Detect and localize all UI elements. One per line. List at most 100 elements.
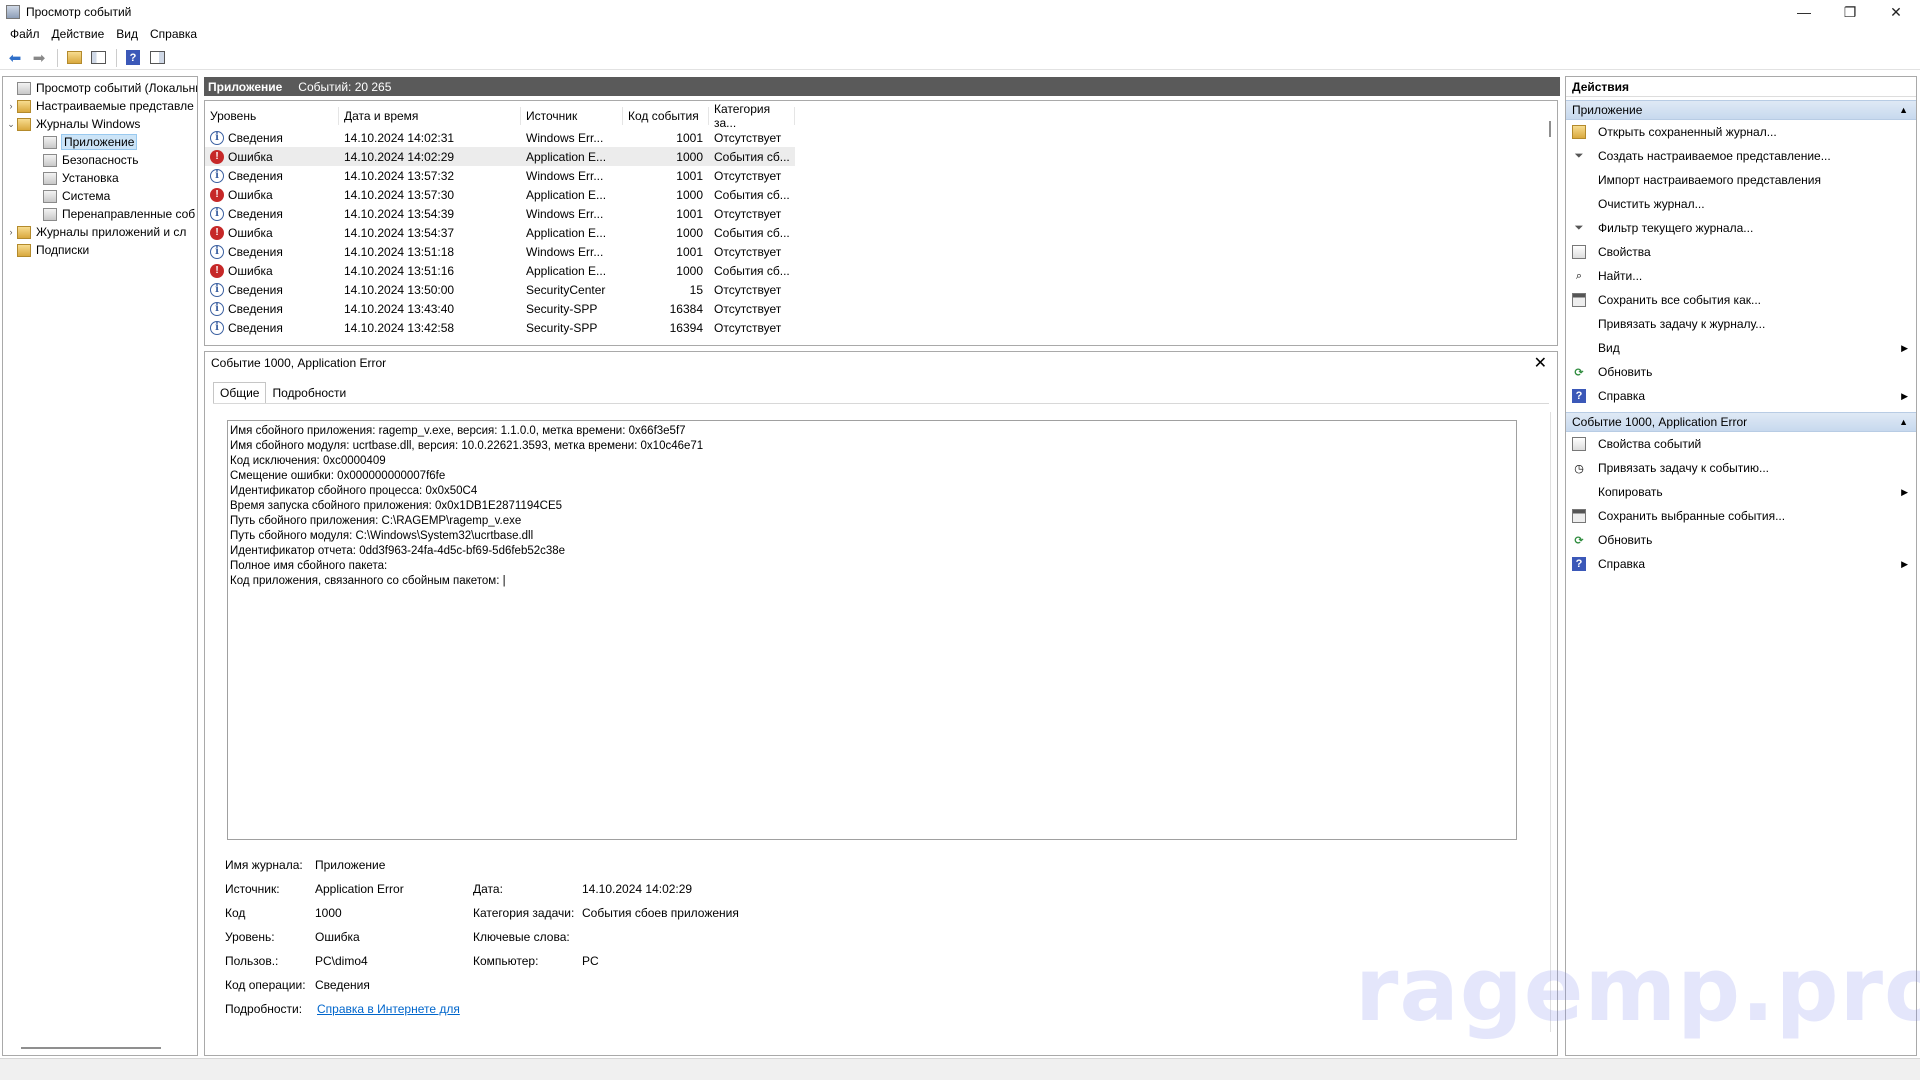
keywords-label: Ключевые слова: bbox=[473, 930, 570, 944]
tree-system-log[interactable]: Система bbox=[31, 187, 110, 205]
table-row[interactable]: i Сведения 14.10.2024 13:54:39 Windows Err.… bbox=[205, 204, 795, 223]
expand-icon[interactable]: › bbox=[5, 227, 17, 237]
cell-event-id: 1001 bbox=[676, 244, 703, 259]
close-window-button[interactable]: ✕ bbox=[1873, 0, 1919, 24]
info-icon: i bbox=[210, 168, 224, 183]
log-title: Приложение bbox=[208, 79, 283, 94]
level-text: Сведения bbox=[228, 301, 283, 316]
action-item[interactable]: Свойства bbox=[1566, 240, 1916, 264]
cell-event-id: 1001 bbox=[676, 206, 703, 221]
table-row[interactable]: ! Ошибка 14.10.2024 13:57:30 Application E.… bbox=[205, 185, 795, 204]
tree-custom-views[interactable]: › Настраиваемые представле bbox=[5, 97, 194, 115]
cell-source: Application E... bbox=[526, 149, 607, 164]
actions-section-event[interactable]: Событие 1000, Application Error ▲ bbox=[1566, 412, 1916, 432]
action-item[interactable]: Сохранить все события как... bbox=[1566, 288, 1916, 312]
menu-file[interactable]: Файл bbox=[4, 27, 46, 41]
console-tree-icon[interactable] bbox=[87, 47, 109, 69]
table-row[interactable]: ! Ошибка 14.10.2024 13:51:16 Application E.… bbox=[205, 261, 795, 280]
tree-security-log[interactable]: Безопасность bbox=[31, 151, 139, 169]
actions-section-application[interactable]: Приложение ▲ bbox=[1566, 100, 1916, 120]
event-count: Событий: 20 265 bbox=[298, 79, 392, 94]
cell-level: i Сведения bbox=[205, 244, 339, 259]
action-item[interactable]: Импорт настраиваемого представления bbox=[1566, 168, 1916, 192]
table-row[interactable]: i Сведения 14.10.2024 13:57:32 Windows Err.… bbox=[205, 166, 795, 185]
menu-help[interactable]: Справка bbox=[144, 27, 203, 41]
help-icon[interactable]: ? bbox=[122, 47, 144, 69]
action-item[interactable]: Очистить журнал... bbox=[1566, 192, 1916, 216]
forward-arrow-icon[interactable]: ➡ bbox=[28, 47, 50, 69]
blank-icon bbox=[1572, 197, 1586, 211]
action-item[interactable]: Привязать задачу к журналу... bbox=[1566, 312, 1916, 336]
tree-application-log[interactable]: Приложение bbox=[31, 133, 138, 151]
table-row[interactable]: i Сведения 14.10.2024 14:02:31 Windows Err.… bbox=[205, 128, 795, 147]
action-item[interactable]: ⟳ Обновить bbox=[1566, 528, 1916, 552]
column-datetime[interactable]: Дата и время bbox=[339, 107, 521, 125]
cell-level: ! Ошибка bbox=[205, 187, 339, 202]
online-help-link[interactable]: Справка в Интернете для bbox=[317, 1002, 460, 1016]
action-item[interactable]: Копировать ▶ bbox=[1566, 480, 1916, 504]
column-level[interactable]: Уровень bbox=[205, 107, 339, 125]
action-item[interactable]: ⏷ Создать настраиваемое представление... bbox=[1566, 144, 1916, 168]
action-item[interactable]: ⌕ Найти... bbox=[1566, 264, 1916, 288]
back-arrow-icon[interactable]: ⬅ bbox=[4, 47, 26, 69]
tree-app-service-logs[interactable]: › Журналы приложений и сл bbox=[5, 223, 187, 241]
table-row[interactable]: i Сведения 14.10.2024 13:51:18 Windows Err.… bbox=[205, 242, 795, 261]
action-item[interactable]: Вид ▶ bbox=[1566, 336, 1916, 360]
section-title: Событие 1000, Application Error bbox=[1572, 415, 1748, 429]
collapse-icon[interactable]: ⌄ bbox=[5, 119, 17, 130]
action-item[interactable]: ⟳ Обновить bbox=[1566, 360, 1916, 384]
horizontal-scrollbar[interactable] bbox=[21, 1047, 161, 1049]
table-row[interactable]: i Сведения 14.10.2024 13:42:58 Security-SPP… bbox=[205, 318, 795, 337]
actions-list-application: Открыть сохраненный журнал... ⏷ Создать на… bbox=[1566, 120, 1916, 408]
action-item[interactable]: Сохранить выбранные события... bbox=[1566, 504, 1916, 528]
close-icon[interactable]: ✕ bbox=[1534, 353, 1547, 373]
help-icon: ? bbox=[1572, 557, 1586, 571]
submenu-arrow-icon: ▶ bbox=[1901, 486, 1908, 497]
level-text: Сведения bbox=[228, 244, 283, 259]
tree-subscriptions[interactable]: Подписки bbox=[5, 241, 89, 259]
action-label: Сохранить выбранные события... bbox=[1598, 509, 1786, 523]
tree-forwarded-events[interactable]: Перенаправленные соб bbox=[31, 205, 195, 223]
cell-level: i Сведения bbox=[205, 130, 339, 145]
action-item[interactable]: ? Справка ▶ bbox=[1566, 552, 1916, 576]
collapse-caret-icon[interactable]: ▲ bbox=[1899, 417, 1908, 427]
tab-general[interactable]: Общие bbox=[213, 382, 267, 404]
tree-root[interactable]: Просмотр событий (Локальны bbox=[5, 79, 197, 97]
action-pane-icon[interactable] bbox=[146, 47, 168, 69]
tree-setup-log[interactable]: Установка bbox=[31, 169, 119, 187]
cell-datetime: 14.10.2024 14:02:31 bbox=[344, 130, 455, 145]
cell-category: Отсутствует bbox=[714, 130, 782, 145]
restore-button[interactable]: ❐ bbox=[1827, 0, 1873, 24]
blank-icon bbox=[1572, 341, 1586, 355]
column-event-id[interactable]: Код события bbox=[623, 107, 709, 125]
collapse-caret-icon[interactable]: ▲ bbox=[1899, 105, 1908, 115]
menu-action[interactable]: Действие bbox=[46, 27, 111, 41]
event-message-box[interactable]: Имя сбойного приложения: ragemp_v.exe, в… bbox=[227, 420, 1517, 840]
vertical-scrollbar[interactable] bbox=[1549, 121, 1551, 137]
table-row[interactable]: ! Ошибка 14.10.2024 14:02:29 Application E.… bbox=[205, 147, 795, 166]
menu-view[interactable]: Вид bbox=[110, 27, 144, 41]
table-row[interactable]: i Сведения 14.10.2024 13:43:40 Security-SPP… bbox=[205, 299, 795, 318]
cell-level: ! Ошибка bbox=[205, 225, 339, 240]
action-label: Импорт настраиваемого представления bbox=[1598, 173, 1821, 187]
action-item[interactable]: Свойства событий bbox=[1566, 432, 1916, 456]
cell-event-id: 1000 bbox=[676, 263, 703, 278]
table-row[interactable]: i Сведения 14.10.2024 13:50:00 SecurityCent… bbox=[205, 280, 795, 299]
column-source[interactable]: Источник bbox=[521, 107, 623, 125]
column-category[interactable]: Категория за... bbox=[709, 102, 795, 130]
level-text: Ошибка bbox=[228, 187, 273, 202]
action-item[interactable]: Открыть сохраненный журнал... bbox=[1566, 120, 1916, 144]
action-label: Привязать задачу к журналу... bbox=[1598, 317, 1766, 331]
expand-icon[interactable]: › bbox=[5, 101, 17, 111]
up-folder-icon[interactable] bbox=[63, 47, 85, 69]
action-item[interactable]: ⏷ Фильтр текущего журнала... bbox=[1566, 216, 1916, 240]
actions-pane: Действия Приложение ▲ Открыть сохраненны… bbox=[1565, 76, 1917, 1056]
action-item[interactable]: ? Справка ▶ bbox=[1566, 384, 1916, 408]
minimize-button[interactable]: — bbox=[1781, 0, 1827, 24]
tree-windows-logs[interactable]: ⌄ Журналы Windows bbox=[5, 115, 140, 133]
cell-level: i Сведения bbox=[205, 282, 339, 297]
table-row[interactable]: ! Ошибка 14.10.2024 13:54:37 Application E.… bbox=[205, 223, 795, 242]
tab-details[interactable]: Подробности bbox=[266, 382, 352, 404]
action-item[interactable]: ◷ Привязать задачу к событию... bbox=[1566, 456, 1916, 480]
cell-event-id: 16384 bbox=[669, 301, 703, 316]
